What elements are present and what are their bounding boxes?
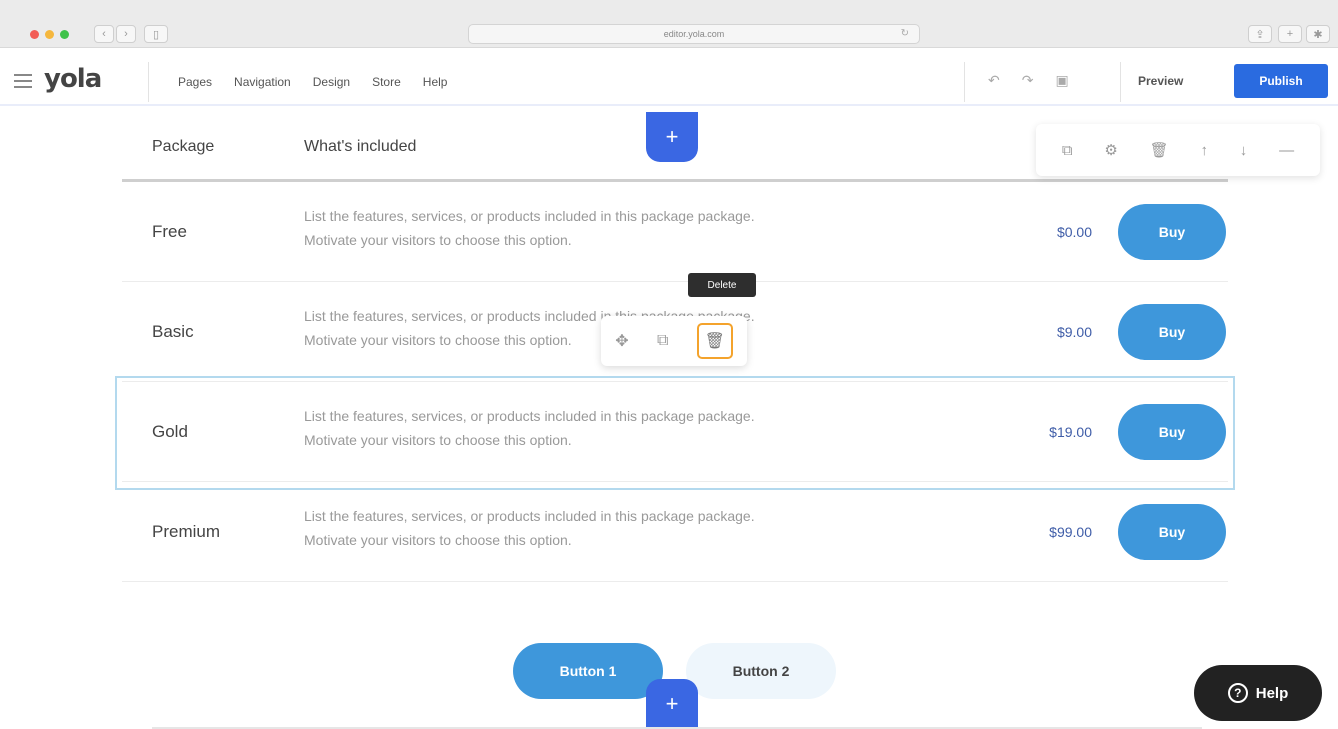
browser-chrome: ‹ › ▯ editor.yola.com ↻ ⇪ + ✱: [0, 0, 1338, 48]
publish-button[interactable]: Publish: [1234, 64, 1328, 98]
package-description: List the features, services, or products…: [304, 204, 924, 252]
package-price: $99.00: [1049, 524, 1092, 540]
add-section-button-bottom[interactable]: +: [646, 679, 698, 729]
move-icon[interactable]: ✥: [615, 331, 628, 351]
chevron-left-icon[interactable]: ‹: [94, 25, 114, 43]
buy-button[interactable]: Buy: [1118, 504, 1226, 560]
row-toolbar: ✥ ⧉ 🗑: [601, 316, 747, 366]
help-button[interactable]: ? Help: [1194, 665, 1322, 721]
buy-button[interactable]: Buy: [1118, 404, 1226, 460]
divider: [148, 62, 149, 102]
description-line: Motivate your visitors to choose this op…: [304, 432, 572, 448]
button-1[interactable]: Button 1: [513, 643, 663, 699]
divider: [1120, 62, 1121, 102]
menu-item-store[interactable]: Store: [372, 75, 401, 89]
block-toolbar: ⧉ ⚙ 🗑 ↑ ↓ —: [1036, 124, 1320, 176]
settings-icon[interactable]: ⚙: [1104, 141, 1117, 159]
table-row[interactable]: Premium List the features, services, or …: [122, 482, 1228, 582]
package-price: $19.00: [1049, 424, 1092, 440]
history-tools: ↶ ↷ ▣: [988, 72, 1069, 89]
undo-icon[interactable]: ↶: [988, 72, 1000, 89]
chevron-right-icon[interactable]: ›: [116, 25, 136, 43]
save-icon[interactable]: ▣: [1055, 72, 1068, 89]
header-included: What's included: [304, 138, 417, 155]
help-label: Help: [1255, 684, 1289, 702]
new-tab-icon[interactable]: +: [1278, 25, 1302, 43]
url-bar[interactable]: editor.yola.com ↻: [468, 24, 920, 44]
delete-icon[interactable]: 🗑: [696, 323, 733, 359]
duplicate-icon[interactable]: ⧉: [657, 332, 668, 350]
divider: [964, 62, 965, 102]
more-icon[interactable]: —: [1279, 142, 1294, 159]
package-description: List the features, services, or products…: [304, 404, 924, 452]
maximize-window-button[interactable]: [60, 30, 69, 39]
duplicate-icon[interactable]: ⧉: [1062, 142, 1073, 159]
description-line: List the features, services, or products…: [304, 508, 755, 524]
minimize-window-button[interactable]: [45, 30, 54, 39]
buy-button[interactable]: Buy: [1118, 204, 1226, 260]
table-row[interactable]: Free List the features, services, or pro…: [122, 182, 1228, 282]
menu-item-design[interactable]: Design: [313, 75, 350, 89]
preview-button[interactable]: Preview: [1138, 74, 1183, 88]
buy-button[interactable]: Buy: [1118, 304, 1226, 360]
menu-item-help[interactable]: Help: [423, 75, 448, 89]
package-name: Basic: [152, 322, 194, 341]
menu-item-pages[interactable]: Pages: [178, 75, 212, 89]
share-icon[interactable]: ⇪: [1248, 25, 1272, 43]
delete-tooltip: Delete: [688, 273, 756, 297]
window-controls: [30, 30, 69, 39]
move-down-icon[interactable]: ↓: [1240, 142, 1248, 159]
move-up-icon[interactable]: ↑: [1201, 142, 1209, 159]
description-line: List the features, services, or products…: [304, 208, 755, 224]
extensions-icon[interactable]: ✱: [1306, 25, 1330, 43]
hamburger-menu-icon[interactable]: [14, 74, 32, 88]
close-window-button[interactable]: [30, 30, 39, 39]
package-name: Premium: [152, 522, 221, 541]
redo-icon[interactable]: ↷: [1022, 72, 1034, 89]
menu-item-navigation[interactable]: Navigation: [234, 75, 291, 89]
help-circle-icon: ?: [1227, 683, 1248, 703]
description-line: Motivate your visitors to choose this op…: [304, 532, 572, 548]
package-price: $9.00: [1056, 324, 1092, 340]
package-name: Gold: [152, 422, 188, 441]
reload-icon[interactable]: ↻: [901, 28, 909, 39]
package-price: $0.00: [1056, 224, 1092, 240]
editor-toolbar: yola Pages Navigation Design Store Help …: [0, 58, 1338, 106]
editor-menu: Pages Navigation Design Store Help: [178, 75, 469, 89]
sidebar-icon[interactable]: ▯: [144, 25, 168, 43]
url-text: editor.yola.com: [663, 29, 725, 39]
delete-icon[interactable]: 🗑: [1150, 141, 1169, 159]
package-name: Free: [152, 222, 187, 241]
description-line: Motivate your visitors to choose this op…: [304, 232, 572, 248]
button-2[interactable]: Button 2: [686, 643, 836, 699]
header-package: Package: [152, 138, 215, 155]
table-row-selected[interactable]: Gold List the features, services, or pro…: [122, 382, 1228, 482]
package-description: List the features, services, or products…: [304, 504, 924, 552]
yola-logo: yola: [44, 64, 102, 94]
description-line: List the features, services, or products…: [304, 408, 755, 424]
